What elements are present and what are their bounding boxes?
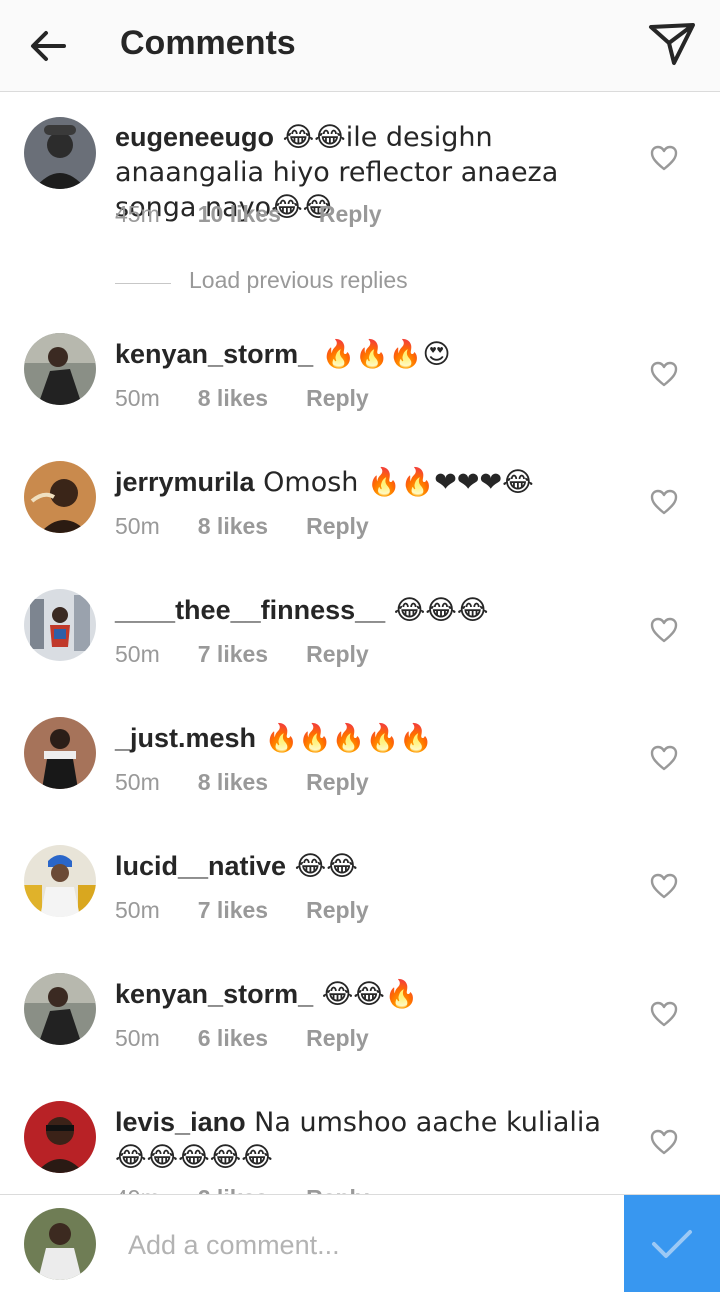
back-button[interactable]: [24, 22, 72, 70]
avatar[interactable]: [24, 117, 96, 189]
reply-time: 50m: [115, 897, 160, 923]
reply-username[interactable]: _just.mesh: [115, 723, 256, 753]
reply-time: 50m: [115, 1025, 160, 1051]
post-button[interactable]: [624, 1195, 720, 1292]
paper-plane-icon: [649, 23, 695, 65]
reply-body: 🔥🔥🔥😍: [313, 339, 451, 370]
top-bar: Comments: [0, 0, 720, 92]
reply-time: 50m: [115, 641, 160, 667]
reply-button[interactable]: Reply: [306, 641, 369, 668]
avatar[interactable]: [24, 1101, 96, 1173]
reply-text: ____thee__finness__ 😂😂😂: [115, 593, 625, 628]
reply-likes[interactable]: 8 likes: [198, 513, 268, 540]
reply-time: 50m: [115, 769, 160, 795]
avatar[interactable]: [24, 589, 96, 661]
reply-text: _just.mesh 🔥🔥🔥🔥🔥: [115, 721, 625, 756]
arrow-left-icon: [31, 31, 66, 61]
reply-likes[interactable]: 8 likes: [198, 769, 268, 796]
reply-text: kenyan_storm_ 🔥🔥🔥😍: [115, 337, 625, 372]
reply-body: 😂😂😂: [385, 595, 489, 626]
comment-meta: 45m 10 likes Reply: [115, 201, 382, 228]
reply-likes[interactable]: 7 likes: [198, 641, 268, 668]
heart-outline-icon: [650, 617, 678, 643]
avatar[interactable]: [24, 333, 96, 405]
reply-text: lucid__native 😂😂: [115, 849, 625, 884]
reply-body: 😂😂🔥: [313, 979, 419, 1010]
reply-meta: 50m 8 likes Reply: [115, 385, 369, 412]
reply-username[interactable]: ____thee__finness__: [115, 595, 385, 625]
comment-time: 45m: [115, 201, 160, 227]
checkmark-icon: [652, 1230, 692, 1258]
like-button[interactable]: [650, 873, 678, 899]
reply-time: 50m: [115, 385, 160, 411]
avatar[interactable]: [24, 973, 96, 1045]
reply-text: jerrymurila Omosh 🔥🔥❤❤❤😂: [115, 465, 625, 500]
avatar[interactable]: [24, 845, 96, 917]
reply-username[interactable]: kenyan_storm_: [115, 979, 313, 1009]
reply-likes[interactable]: 7 likes: [198, 897, 268, 924]
comments-list[interactable]: eugeneeugo 😂😂ile desighn anaangalia hiyo…: [0, 93, 720, 1194]
reply-button[interactable]: Reply: [306, 385, 369, 412]
avatar[interactable]: [24, 461, 96, 533]
share-button[interactable]: [644, 18, 700, 70]
load-previous-label: Load previous replies: [189, 267, 408, 293]
reply-button[interactable]: Reply: [306, 1025, 369, 1052]
reply-username[interactable]: levis_iano: [115, 1107, 246, 1137]
heart-outline-icon: [650, 489, 678, 515]
reply-body: 🔥🔥🔥🔥🔥: [256, 723, 433, 754]
heart-outline-icon: [650, 873, 678, 899]
heart-outline-icon: [650, 1129, 678, 1155]
reply-text: kenyan_storm_ 😂😂🔥: [115, 977, 625, 1012]
load-previous-replies[interactable]: Load previous replies: [115, 267, 515, 301]
reply-username[interactable]: lucid__native: [115, 851, 286, 881]
reply-meta: 50m 6 likes Reply: [115, 1025, 369, 1052]
reply-body: 😂😂: [286, 851, 358, 882]
current-user-avatar: [24, 1208, 96, 1280]
reply-time: 49m: [115, 1185, 160, 1194]
reply-button[interactable]: Reply: [306, 769, 369, 796]
heart-outline-icon: [650, 361, 678, 387]
like-button[interactable]: [650, 145, 678, 171]
reply-username[interactable]: jerrymurila: [115, 467, 255, 497]
comment-likes[interactable]: 10 likes: [198, 201, 281, 228]
reply-text: levis_iano Na umshoo aache kulialia😂😂😂😂😂: [115, 1105, 625, 1175]
reply-likes[interactable]: 6 likes: [198, 1025, 268, 1052]
reply-button[interactable]: Reply: [319, 201, 382, 228]
reply-meta: 50m 7 likes Reply: [115, 897, 369, 924]
heart-outline-icon: [650, 745, 678, 771]
reply-username[interactable]: kenyan_storm_: [115, 339, 313, 369]
reply-meta: 50m 7 likes Reply: [115, 641, 369, 668]
reply-likes[interactable]: 8 likes: [198, 385, 268, 412]
reply-button[interactable]: Reply: [306, 513, 369, 540]
like-button[interactable]: [650, 617, 678, 643]
comment-username[interactable]: eugeneeugo: [115, 122, 274, 152]
reply-meta: 49m 2 likes Reply: [115, 1185, 369, 1194]
like-button[interactable]: [650, 361, 678, 387]
comment-composer: [0, 1194, 720, 1292]
reply-button[interactable]: Reply: [306, 897, 369, 924]
like-button[interactable]: [650, 745, 678, 771]
like-button[interactable]: [650, 489, 678, 515]
reply-time: 50m: [115, 513, 160, 539]
reply-button[interactable]: Reply: [306, 1185, 369, 1194]
comment-input[interactable]: [128, 1223, 598, 1267]
like-button[interactable]: [650, 1129, 678, 1155]
like-button[interactable]: [650, 1001, 678, 1027]
heart-outline-icon: [650, 1001, 678, 1027]
reply-body: Omosh 🔥🔥❤❤❤😂: [254, 467, 534, 498]
avatar[interactable]: [24, 717, 96, 789]
reply-meta: 50m 8 likes Reply: [115, 769, 369, 796]
divider: [115, 283, 171, 284]
reply-likes[interactable]: 2 likes: [198, 1185, 268, 1194]
page-title: Comments: [120, 24, 296, 62]
heart-outline-icon: [650, 145, 678, 171]
reply-meta: 50m 8 likes Reply: [115, 513, 369, 540]
